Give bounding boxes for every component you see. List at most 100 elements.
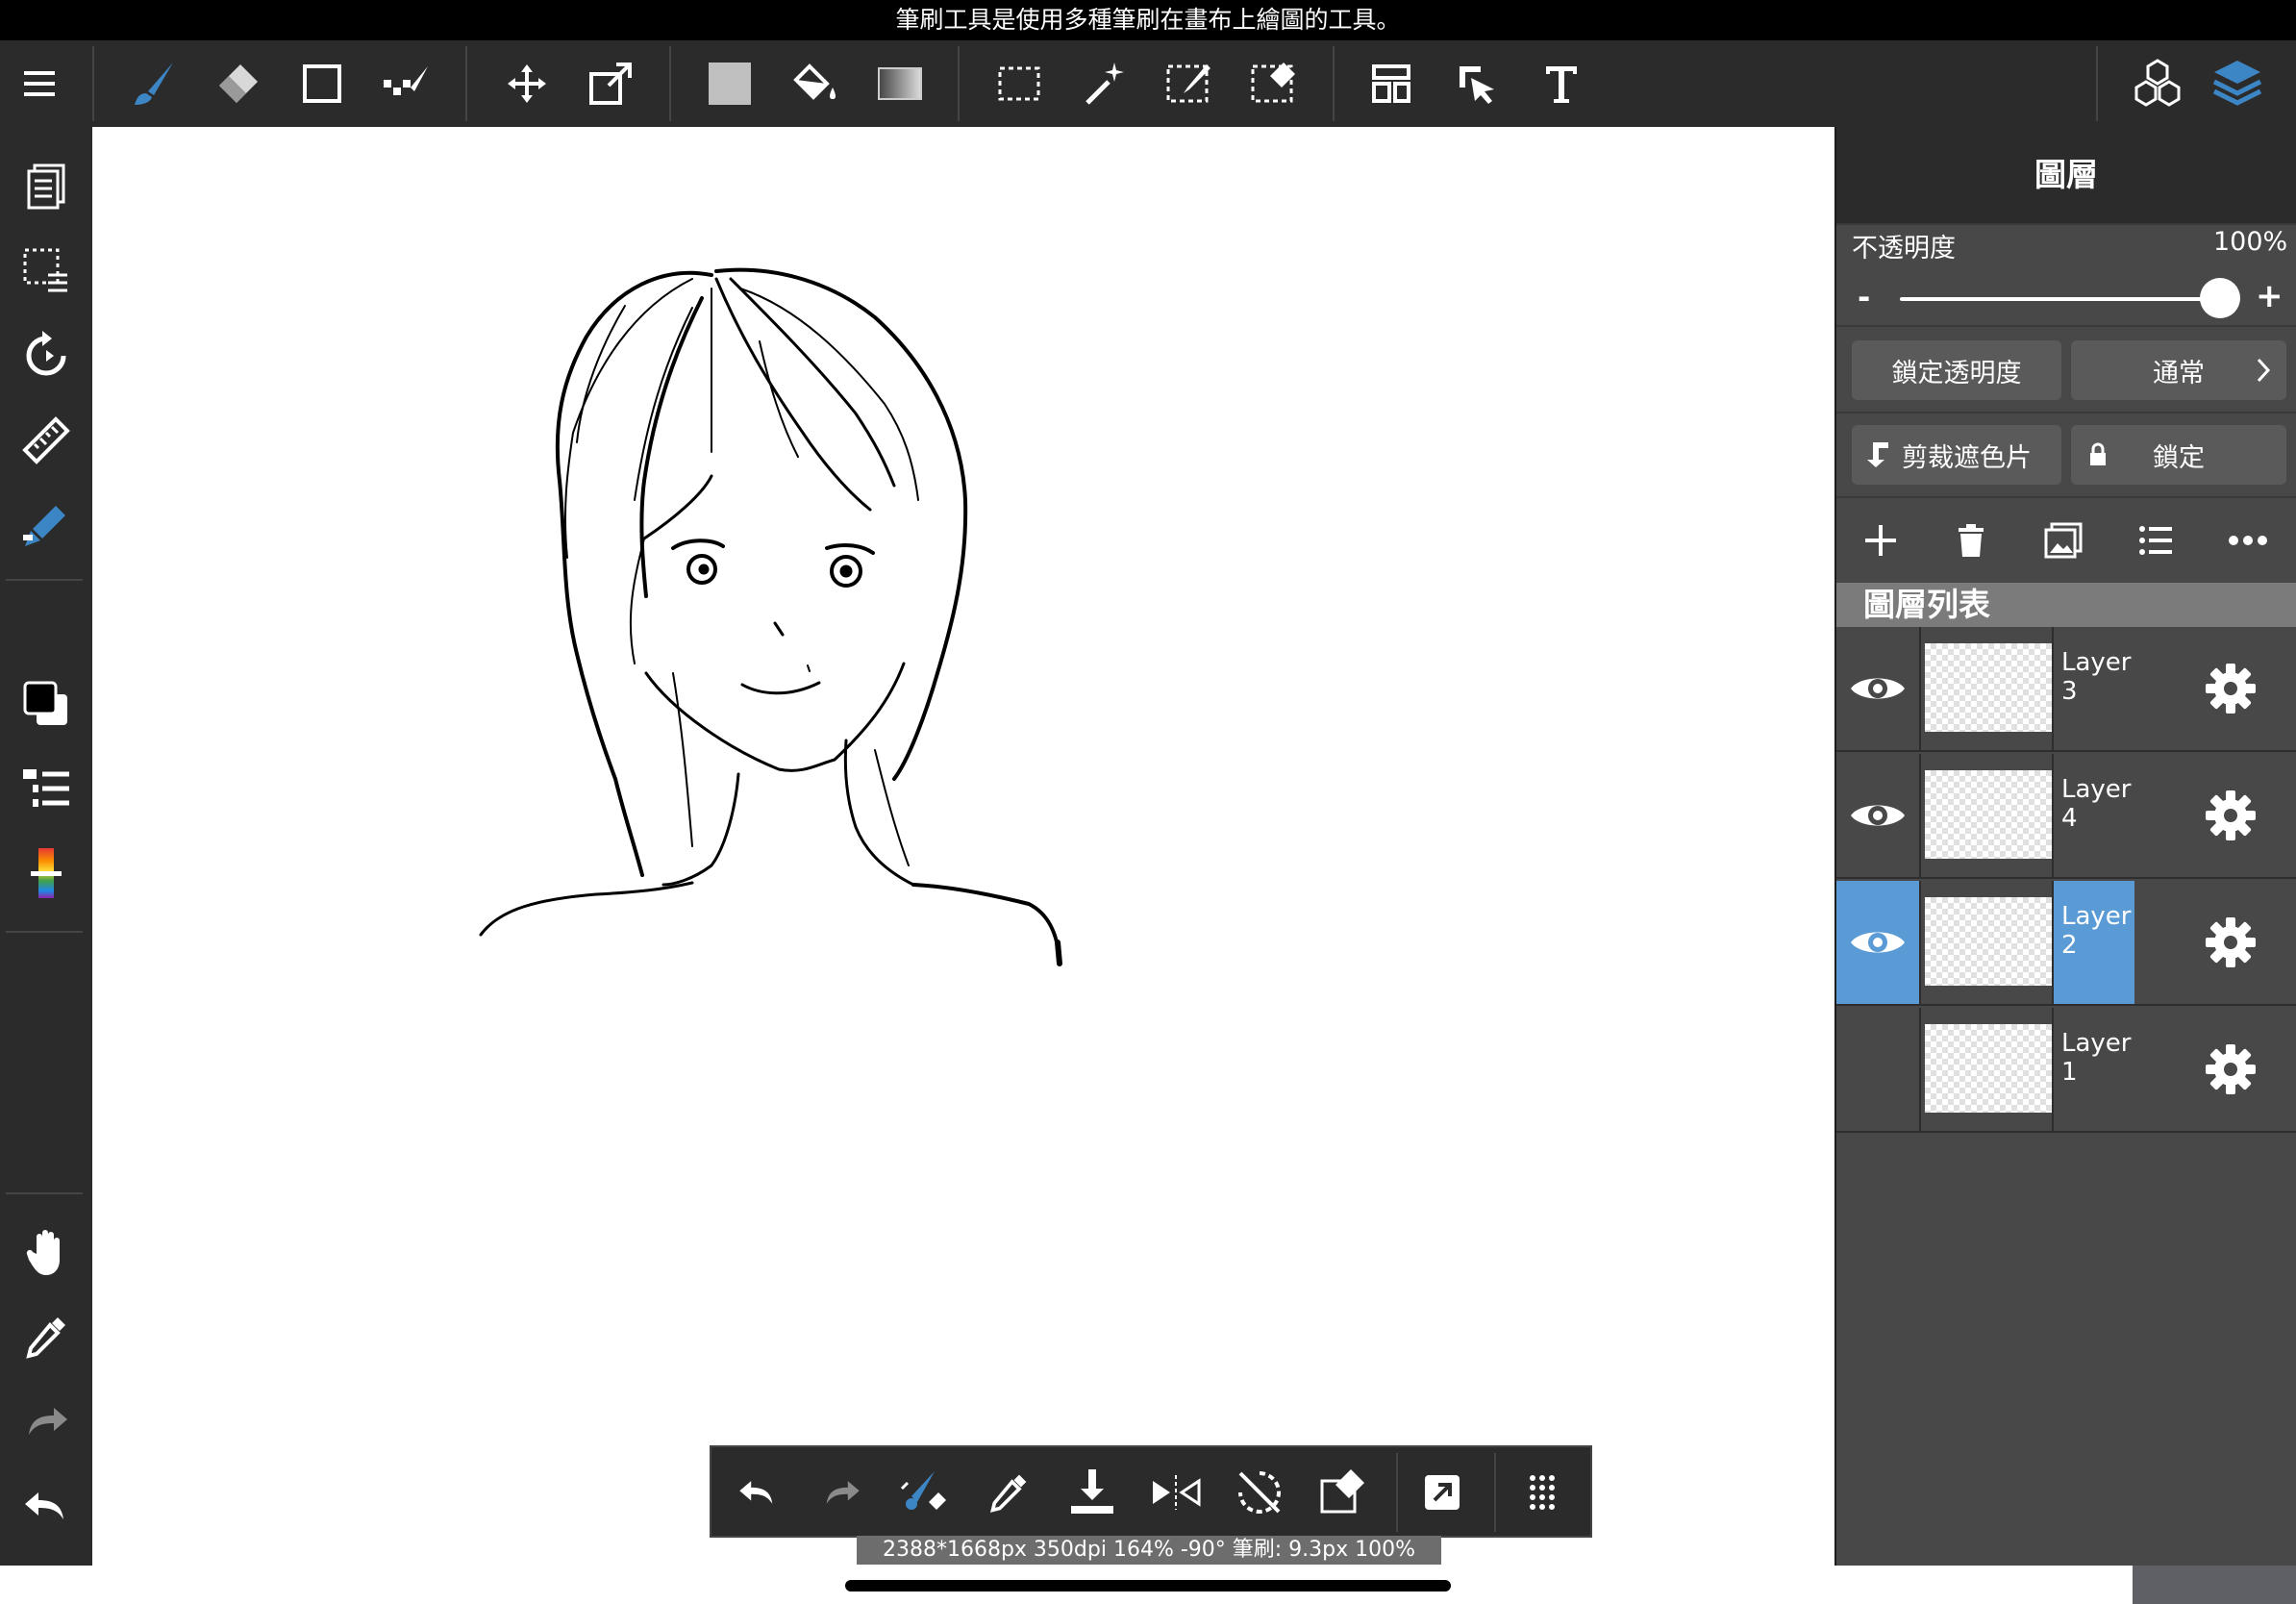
shape-icon[interactable]	[293, 55, 351, 113]
lock-button[interactable]: 鎖定	[2071, 425, 2286, 485]
layer-settings-gear-icon[interactable]	[2204, 1042, 2258, 1096]
layers-icon[interactable]	[2209, 55, 2266, 113]
redo-icon[interactable]	[17, 1392, 75, 1450]
redo-icon[interactable]	[812, 1464, 870, 1521]
layer-row[interactable]: Layer 3	[1836, 627, 2296, 752]
layer-settings-gear-icon[interactable]	[2204, 915, 2258, 969]
3d-material-icon[interactable]	[2129, 55, 2186, 113]
visibility-eye-icon[interactable]	[1836, 627, 1921, 750]
chevron-right-icon	[2257, 358, 2271, 383]
lock-icon	[2090, 442, 2106, 465]
layer-number: 1	[2061, 1058, 2078, 1087]
bucket-icon[interactable]	[786, 55, 844, 113]
clear-icon[interactable]	[1314, 1464, 1372, 1521]
delete-layer-icon[interactable]	[1942, 512, 2000, 569]
fullscreen-icon[interactable]	[1413, 1464, 1471, 1521]
bottom-toolbar	[710, 1445, 1592, 1538]
save-icon[interactable]	[1063, 1464, 1121, 1521]
more-icon[interactable]	[2219, 512, 2277, 569]
dot-icon[interactable]	[378, 55, 436, 113]
menu-icon[interactable]	[12, 55, 70, 113]
palette-icon[interactable]	[17, 844, 75, 902]
ruler-icon[interactable]	[17, 412, 75, 469]
visibility-eye-icon[interactable]	[1836, 754, 1921, 877]
layer-thumbnail	[1925, 643, 2052, 732]
layer-number: 2	[2061, 931, 2078, 960]
rotate-reset-icon[interactable]	[1231, 1464, 1288, 1521]
magic-wand-icon[interactable]	[1076, 55, 1134, 113]
corner-block	[2133, 1566, 2296, 1604]
main-toolbar	[0, 40, 2296, 127]
color-icon[interactable]	[17, 675, 75, 733]
select-rect-icon[interactable]	[990, 55, 1048, 113]
operation-icon[interactable]	[1448, 55, 1506, 113]
gradient-icon[interactable]	[871, 55, 929, 113]
selection-layer-icon[interactable]	[17, 242, 75, 300]
layout-icon[interactable]	[1362, 55, 1420, 113]
blend-mode-label: 通常	[2153, 358, 2205, 388]
layer-name: Layer 4	[2052, 754, 2134, 877]
layer-settings-gear-icon[interactable]	[2204, 789, 2258, 842]
opacity-slider-thumb[interactable]	[2200, 278, 2240, 318]
transform-icon[interactable]	[582, 55, 639, 113]
page-icon[interactable]	[17, 158, 75, 215]
layer-list-header: 圖層列表	[1836, 583, 2296, 627]
status-bar: 2388*1668px 350dpi 164% -90° 筆刷: 9.3px 1…	[857, 1536, 1441, 1565]
blend-mode-button[interactable]: 通常	[2071, 340, 2286, 400]
list-icon[interactable]	[2127, 512, 2184, 569]
panel-title: 圖層	[1836, 127, 2296, 223]
add-layer-icon[interactable]	[1852, 512, 1909, 569]
eyedropper-icon[interactable]	[17, 1308, 75, 1366]
layer-name: Layer 2	[2052, 881, 2134, 1004]
visibility-eye-icon[interactable]	[1836, 881, 1921, 1004]
layer-name-text: Layer	[2061, 648, 2132, 677]
clipping-label: 剪裁遮色片	[1902, 442, 2032, 473]
tooltip-bar: 筆刷工具是使用多種筆刷在畫布上繪圖的工具。	[0, 0, 2296, 40]
left-toolbar	[0, 127, 92, 1566]
undo-icon[interactable]	[17, 1477, 75, 1535]
visibility-toggle-hidden[interactable]	[1836, 1008, 1921, 1131]
brush-snap-icon[interactable]	[17, 496, 75, 554]
brush-icon[interactable]	[125, 55, 183, 113]
layer-settings-gear-icon[interactable]	[2204, 662, 2258, 715]
undo-icon[interactable]	[729, 1464, 786, 1521]
select-eraser-icon[interactable]	[1245, 55, 1303, 113]
layer-thumbnail	[1925, 770, 2052, 859]
layer-name-text: Layer	[2061, 902, 2132, 931]
opacity-value: 100%	[2213, 227, 2288, 257]
eyedropper-icon[interactable]	[980, 1464, 1037, 1521]
layer-name: Layer 3	[2052, 627, 2134, 750]
fill-color-icon[interactable]	[701, 55, 759, 113]
lock-label: 鎖定	[2153, 442, 2205, 473]
opacity-label: 不透明度	[1852, 234, 1956, 263]
layer-thumbnail	[1925, 897, 2052, 986]
layer-name-text: Layer	[2061, 775, 2132, 804]
drawing-canvas[interactable]	[92, 127, 1834, 1566]
sketch-drawing	[479, 267, 1062, 966]
eraser-icon[interactable]	[208, 55, 265, 113]
text-icon[interactable]	[1533, 55, 1590, 113]
layer-row[interactable]: Layer 1	[1836, 1008, 2296, 1133]
more-grid-icon[interactable]	[1513, 1464, 1571, 1521]
home-indicator[interactable]	[845, 1580, 1451, 1591]
hand-icon[interactable]	[17, 1223, 75, 1281]
lock-alpha-button[interactable]: 鎖定透明度	[1852, 340, 2061, 400]
opacity-plus-button[interactable]: +	[2256, 277, 2284, 315]
move-icon[interactable]	[498, 55, 556, 113]
brush-list-icon[interactable]	[17, 760, 75, 817]
rotate-icon[interactable]	[17, 327, 75, 385]
clip-arrow-icon	[1867, 442, 1888, 467]
clipping-button[interactable]: 剪裁遮色片	[1852, 425, 2061, 485]
flip-icon[interactable]	[1147, 1464, 1205, 1521]
layer-row-selected[interactable]: Layer 2	[1836, 881, 2296, 1006]
brush-size-icon[interactable]	[896, 1464, 954, 1521]
layer-name: Layer 1	[2052, 1008, 2134, 1131]
layer-panel: 圖層 不透明度 100% - + 鎖定透明度 通常 剪裁遮色片 鎖定 圖層列表 …	[1834, 127, 2296, 1566]
layer-image-icon[interactable]	[2034, 512, 2092, 569]
layer-number: 4	[2061, 804, 2078, 833]
opacity-slider[interactable]	[1900, 297, 2217, 301]
layer-row[interactable]: Layer 4	[1836, 754, 2296, 879]
opacity-minus-button[interactable]: -	[1858, 279, 1870, 315]
layer-number: 3	[2061, 677, 2078, 706]
select-pen-icon[interactable]	[1160, 55, 1218, 113]
